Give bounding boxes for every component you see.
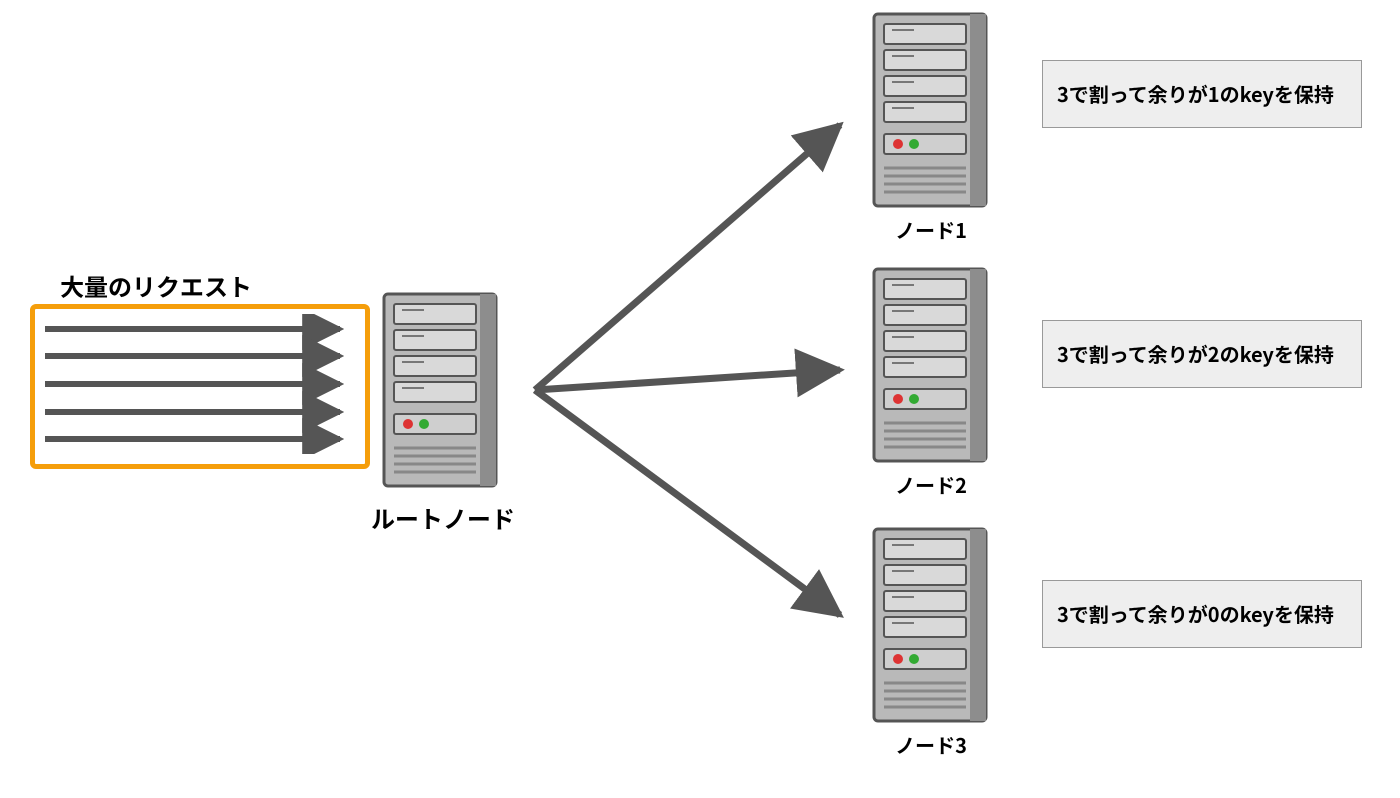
node1-desc: 3で割って余りが1のkeyを保持 [1057, 79, 1334, 108]
distribution-arrows [520, 60, 890, 650]
node2-desc-box: 3で割って余りが2のkeyを保持 [1042, 320, 1362, 388]
node3-desc-box: 3で割って余りが0のkeyを保持 [1042, 580, 1362, 648]
requests-title: 大量のリクエスト [60, 268, 252, 303]
request-arrows [40, 314, 360, 454]
root-server-icon [380, 290, 500, 490]
node2-label: ノード2 [866, 470, 996, 499]
node2-server-icon [870, 265, 990, 465]
node3-server-icon [870, 525, 990, 725]
node1-server-icon [870, 10, 990, 210]
node3-desc: 3で割って余りが0のkeyを保持 [1057, 599, 1334, 628]
node1-desc-box: 3で割って余りが1のkeyを保持 [1042, 60, 1362, 128]
node3-label: ノード3 [866, 730, 996, 759]
node2-desc: 3で割って余りが2のkeyを保持 [1057, 339, 1334, 368]
node1-label: ノード1 [866, 215, 996, 244]
root-node-label: ルートノード [358, 500, 528, 535]
